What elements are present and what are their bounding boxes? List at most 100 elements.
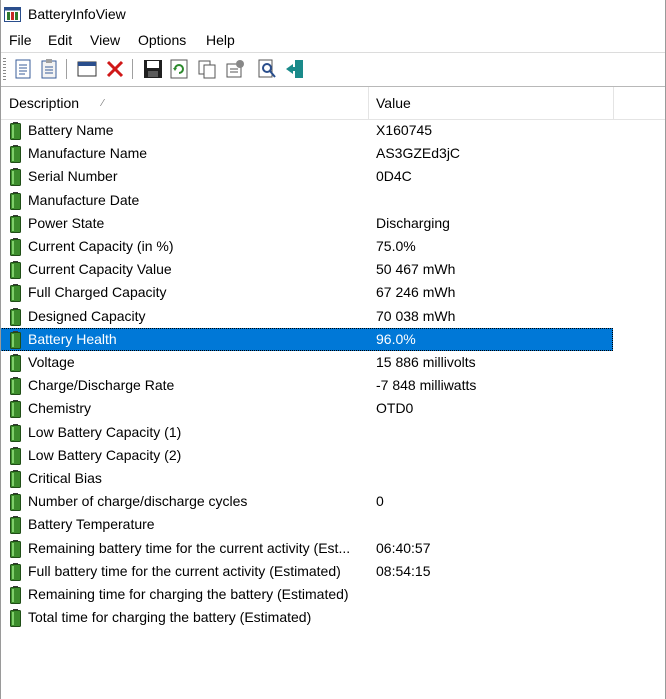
row-value: 75.0% xyxy=(376,238,416,254)
row-value: 50 467 mWh xyxy=(376,261,456,278)
battery-icon xyxy=(10,307,21,326)
battery-icon xyxy=(10,261,21,280)
row-value: 08:54:15 xyxy=(376,562,431,579)
column-header-value[interactable]: Value xyxy=(376,95,411,111)
battery-icon xyxy=(10,168,21,187)
save-icon[interactable] xyxy=(142,58,164,80)
table-row[interactable]: Power State Discharging xyxy=(0,212,613,235)
row-description: Full battery time for the current activi… xyxy=(28,562,341,579)
battery-icon xyxy=(10,214,21,233)
properties-icon[interactable] xyxy=(224,58,246,80)
table-row[interactable]: Battery Temperature xyxy=(0,513,613,536)
row-value: 70 038 mWh xyxy=(376,307,456,324)
row-value: 96.0% xyxy=(376,330,416,347)
menu-options[interactable]: Options xyxy=(138,32,186,48)
table-row[interactable]: Voltage 15 886 millivolts xyxy=(0,351,613,374)
row-description: Serial Number xyxy=(28,168,118,185)
battery-icon xyxy=(10,493,21,512)
row-description: Total time for charging the battery (Est… xyxy=(28,609,312,626)
properties-list-icon[interactable] xyxy=(38,58,60,80)
row-description: Manufacture Name xyxy=(28,145,148,162)
table-row[interactable]: Low Battery Capacity (2) xyxy=(0,444,613,467)
battery-icon xyxy=(10,609,21,628)
toolbar-grip[interactable] xyxy=(3,58,6,80)
row-value: -7 848 milliwatts xyxy=(376,377,477,394)
row-description: Manufacture Date xyxy=(28,191,140,208)
toolbar-separator xyxy=(66,59,67,79)
table-row[interactable]: Current Capacity (in %) 75.0% xyxy=(0,235,613,258)
battery-icon xyxy=(10,284,21,303)
html-report-icon[interactable] xyxy=(12,58,34,80)
row-description: Voltage xyxy=(28,354,75,370)
table-row[interactable]: Full battery time for the current activi… xyxy=(0,560,613,583)
table-row[interactable]: Chemistry OTD0 xyxy=(0,397,613,420)
table-row[interactable]: Total time for charging the battery (Est… xyxy=(0,606,613,629)
delete-icon[interactable] xyxy=(104,58,126,80)
sort-indicator-icon: ⁄ xyxy=(102,98,104,109)
battery-icon xyxy=(10,470,21,488)
battery-icon xyxy=(10,354,21,372)
row-description: Low Battery Capacity (2) xyxy=(28,446,182,463)
row-description: Remaining time for charging the battery … xyxy=(28,586,349,602)
table-row[interactable]: Battery Name X160745 xyxy=(0,119,613,142)
menu-edit[interactable]: Edit xyxy=(48,32,72,48)
row-value: 06:40:57 xyxy=(376,539,431,556)
title-bar: BatteryInfoView xyxy=(0,0,666,30)
copy-icon[interactable] xyxy=(196,58,218,80)
column-divider[interactable] xyxy=(368,87,369,119)
table-row[interactable]: Serial Number 0D4C xyxy=(0,165,613,188)
table-row[interactable]: Manufacture Name AS3GZEd3jC xyxy=(0,142,613,165)
row-description: Designed Capacity xyxy=(28,307,146,324)
table-row[interactable]: Current Capacity Value 50 467 mWh xyxy=(0,258,613,281)
table-row[interactable]: Number of charge/discharge cycles 0 xyxy=(0,490,613,513)
battery-icon xyxy=(10,539,21,558)
refresh-icon[interactable] xyxy=(168,58,190,80)
row-value: 67 246 mWh xyxy=(376,284,456,301)
row-value: AS3GZEd3jC xyxy=(376,145,461,162)
row-value: 15 886 millivolts xyxy=(376,354,476,370)
menu-bar: File Edit View Options Help xyxy=(0,30,666,52)
table-row[interactable]: Manufacture Date xyxy=(0,189,613,212)
row-description: Current Capacity Value xyxy=(28,261,172,278)
row-description: Battery Temperature xyxy=(28,516,155,533)
battery-info-list[interactable]: Description ⁄ Value Battery Name X160745 M… xyxy=(0,87,666,699)
row-description: Remaining battery time for the current a… xyxy=(28,539,351,556)
battery-icon xyxy=(10,586,21,604)
row-value: X160745 xyxy=(376,122,433,138)
table-row[interactable]: Designed Capacity 70 038 mWh xyxy=(0,305,613,328)
app-icon xyxy=(4,7,21,22)
battery-icon xyxy=(10,122,21,140)
window-title: BatteryInfoView xyxy=(28,6,126,22)
row-description: Current Capacity (in %) xyxy=(28,238,174,254)
column-header-description[interactable]: Description xyxy=(9,95,79,111)
battery-icon xyxy=(10,238,21,256)
row-value: 0 xyxy=(376,493,384,510)
battery-icon xyxy=(10,562,21,581)
table-row[interactable]: Battery Health 96.0% xyxy=(0,327,613,351)
toolbar xyxy=(0,55,666,83)
row-description: Critical Bias xyxy=(28,470,102,486)
row-description: Battery Health xyxy=(28,330,117,347)
table-row[interactable]: Remaining time for charging the battery … xyxy=(0,583,613,606)
row-value: Discharging xyxy=(376,214,450,231)
battery-icon xyxy=(10,191,21,210)
window-icon[interactable] xyxy=(76,58,98,80)
menu-file[interactable]: File xyxy=(9,32,32,48)
menu-view[interactable]: View xyxy=(90,32,120,48)
column-divider[interactable] xyxy=(613,87,614,119)
battery-icon xyxy=(10,145,21,164)
exit-icon[interactable] xyxy=(284,58,306,80)
table-row[interactable]: Remaining battery time for the current a… xyxy=(0,537,613,560)
battery-icon xyxy=(10,423,21,442)
list-header: Description ⁄ Value xyxy=(0,87,666,120)
row-description: Low Battery Capacity (1) xyxy=(28,423,182,440)
row-description: Charge/Discharge Rate xyxy=(28,377,175,394)
find-icon[interactable] xyxy=(256,58,278,80)
row-description: Chemistry xyxy=(28,400,92,417)
table-row[interactable]: Full Charged Capacity 67 246 mWh xyxy=(0,281,613,304)
table-row[interactable]: Charge/Discharge Rate -7 848 milliwatts xyxy=(0,374,613,397)
menu-help[interactable]: Help xyxy=(206,32,235,48)
row-description: Battery Name xyxy=(28,122,114,138)
table-row[interactable]: Critical Bias xyxy=(0,467,613,490)
table-row[interactable]: Low Battery Capacity (1) xyxy=(0,421,613,444)
